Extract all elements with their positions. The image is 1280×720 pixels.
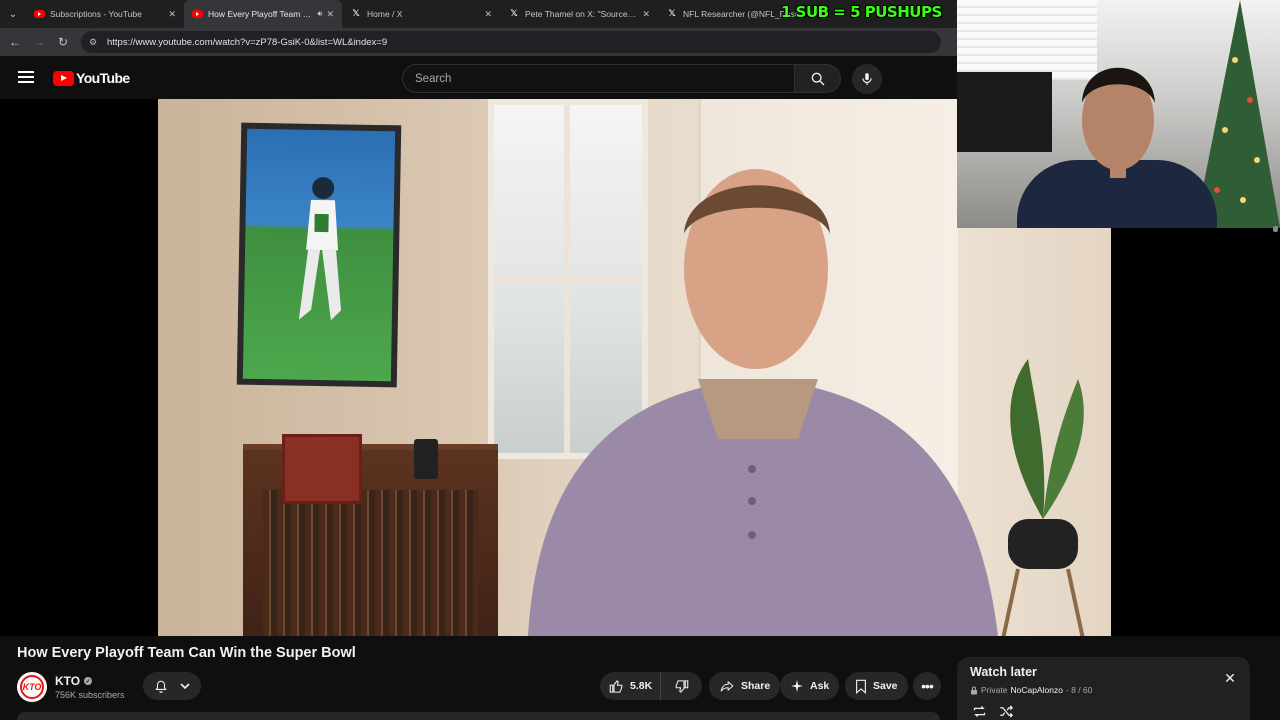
share-button[interactable]: Share [709,672,781,700]
plant-scene [1001,359,1085,636]
forward-button[interactable]: → [27,30,51,54]
more-horizontal-icon: ••• [921,678,934,694]
reload-icon: ↻ [57,35,69,49]
browser-tab-subscriptions[interactable]: Subscriptions - YouTube ✕ [26,0,184,28]
shuffle-icon[interactable] [999,705,1014,718]
close-icon[interactable]: ✕ [326,9,334,20]
share-icon [720,680,734,692]
speaker-icon[interactable]: 🔊︎ [317,9,322,19]
youtube-logo-icon [53,70,74,86]
more-actions-button[interactable]: ••• [913,672,941,700]
webcam-monitor-scene [957,72,1052,152]
football-player-figure [298,177,342,321]
like-dislike-group: 5.8K [600,672,702,700]
like-button[interactable]: 5.8K [600,672,662,700]
football-poster-image [236,122,402,388]
streamer-webcam-overlay [957,0,1280,228]
save-button[interactable]: Save [845,672,908,700]
voice-search-button[interactable] [852,64,882,94]
like-count: 5.8K [630,680,653,692]
channel-avatar[interactable]: KTO [17,672,47,702]
video-title: How Every Playoff Team Can Win the Super… [17,645,356,661]
bookmark-icon [856,679,866,694]
browser-tab-current-video[interactable]: How Every Playoff Team Ca 🔊︎ ✕ [184,0,342,28]
close-icon[interactable]: ✕ [484,9,492,20]
x-icon: 𝕏 [510,9,518,19]
tab-title: Subscriptions - YouTube [50,9,142,19]
subscribe-pushups-banner: 1 SUB = 5 PUSHUPS [781,3,942,21]
presenter-figure [528,169,998,636]
subscriber-count: 756K subscribers [55,690,125,700]
browser-tab-x-home[interactable]: 𝕏 Home / X ✕ [342,0,500,28]
share-label: Share [741,680,771,692]
chevron-down-icon [180,683,190,690]
loop-icon[interactable] [972,705,987,718]
x-icon: 𝕏 [352,9,360,19]
tab-title: Home / X [367,9,403,19]
bell-icon [155,680,167,693]
youtube-logo[interactable]: YouTube [53,70,130,86]
youtube-logo-text: YouTube [76,70,130,86]
tab-title: How Every Playoff Team Ca [208,9,314,19]
watch-later-playlist-panel: Watch later Private NoCapAlonzo - 8 / 60… [957,657,1250,720]
subscribed-notifications-button[interactable] [143,672,201,700]
playlist-position: - 8 / 60 [1065,685,1093,695]
scrollbar-thumb[interactable] [1273,226,1278,232]
save-label: Save [873,680,898,692]
description-box[interactable] [17,712,940,720]
chevron-down-icon: ⌄ [8,8,18,20]
playlist-title[interactable]: Watch later [970,665,1237,679]
channel-avatar-logo: KTO [20,675,44,699]
tab-search-button[interactable]: ⌄ [0,0,26,28]
close-icon[interactable]: ✕ [168,9,176,20]
youtube-icon [192,10,203,18]
address-bar[interactable]: ⚙ https://www.youtube.com/watch?v=zP78-G… [81,31,941,53]
back-button[interactable]: ← [3,30,27,54]
search-input[interactable]: Search [402,64,795,93]
youtube-icon [34,10,45,18]
ask-label: Ask [810,680,830,692]
channel-row: KTO KTO ✓ 756K subscribers [17,670,125,704]
thumbs-up-icon [609,679,623,693]
verified-check-icon: ✓ [84,677,93,685]
arrow-left-icon: ← [9,35,21,49]
channel-name[interactable]: KTO [55,674,80,688]
reload-button[interactable]: ↻ [51,30,75,54]
search-box: Search [402,64,841,93]
playlist-owner[interactable]: NoCapAlonzo [1010,685,1062,695]
tab-title: Pete Thamel on X: "Sources: Oh [525,9,639,19]
x-icon: 𝕏 [668,9,676,19]
close-icon[interactable]: ✕ [1222,670,1238,686]
candle-scene [414,439,438,479]
lock-icon [971,686,977,694]
dislike-button[interactable] [661,672,702,700]
search-button[interactable] [795,64,841,93]
url-text: https://www.youtube.com/watch?v=zP78-Gsi… [107,36,388,48]
close-icon[interactable]: ✕ [642,9,650,20]
microphone-icon [862,73,872,85]
browser-tab-pete-thamel[interactable]: 𝕏 Pete Thamel on X: "Sources: Oh ✕ [500,0,658,28]
site-info-icon[interactable]: ⚙ [89,37,101,48]
arrow-right-icon: → [33,35,45,49]
webcam-person-head [1082,67,1155,178]
sparkle-icon [791,680,803,692]
search-icon [811,72,824,85]
menu-icon[interactable] [18,71,34,83]
playlist-privacy: Private [981,685,1008,695]
thumbs-down-icon [675,679,689,693]
ask-button[interactable]: Ask [780,672,840,700]
nfl-box-scene [282,434,362,504]
